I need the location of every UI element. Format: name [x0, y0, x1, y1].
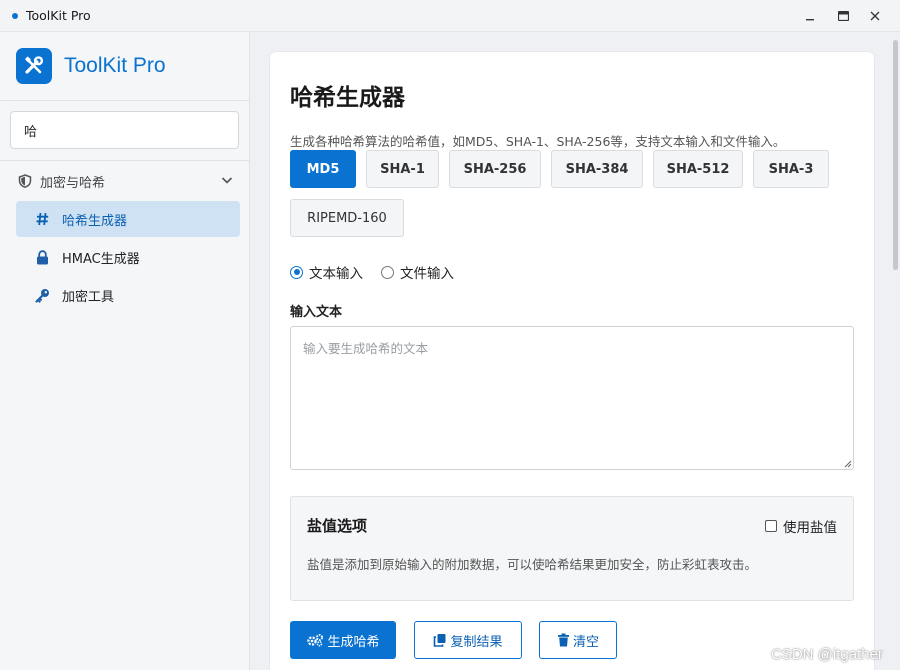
close-button[interactable] — [858, 0, 892, 32]
algorithm-md5-button[interactable]: MD5 — [290, 150, 356, 188]
copy-result-label: 复制结果 — [450, 634, 503, 650]
sidebar: ToolKit Pro 加密与哈希 哈希生成器 HMAC生成器 加密工具 — [0, 32, 250, 670]
search-input[interactable] — [10, 111, 239, 149]
copy-result-button[interactable]: 复制结果 — [414, 621, 522, 659]
salt-description: 盐值是添加到原始输入的附加数据，可以使哈希结果更加安全，防止彩虹表攻击。 — [307, 557, 758, 572]
input-text-label: 输入文本 — [290, 305, 343, 320]
clear-label: 清空 — [572, 634, 599, 650]
lock-icon — [34, 249, 50, 265]
resize-handle-icon[interactable] — [843, 459, 852, 468]
key-icon — [34, 288, 50, 303]
salt-options-panel: 盐值选项 使用盐值 盐值是添加到原始输入的附加数据，可以使哈希结果更加安全，防止… — [290, 496, 854, 601]
text-input-label[interactable]: 文本输入 — [309, 262, 363, 282]
brand-name: ToolKit Pro — [64, 54, 166, 77]
hash-icon — [34, 212, 50, 226]
brand: ToolKit Pro — [0, 32, 249, 101]
search-area — [0, 101, 249, 161]
close-icon — [870, 11, 880, 21]
sidebar-item-label: 哈希生成器 — [62, 213, 128, 229]
input-text-area[interactable] — [290, 326, 854, 470]
use-salt-checkbox[interactable] — [765, 520, 777, 532]
salt-options-title: 盐值选项 — [307, 517, 368, 535]
sidebar-item-encryption-tools[interactable]: 加密工具 — [16, 277, 240, 313]
sidebar-item-label: HMAC生成器 — [62, 251, 140, 267]
trash-icon — [557, 633, 569, 647]
use-salt-toggle[interactable]: 使用盐值 — [765, 516, 837, 536]
sidebar-item-hash-generator[interactable]: 哈希生成器 — [16, 201, 240, 237]
minimize-button[interactable] — [793, 0, 827, 32]
page-description: 生成各种哈希算法的哈希值，如MD5、SHA-1、SHA-256等，支持文本输入和… — [290, 134, 786, 149]
algorithm-sha1-button[interactable]: SHA-1 — [366, 150, 439, 188]
sidebar-item-label: 加密工具 — [62, 289, 115, 305]
shield-icon — [18, 174, 32, 188]
nav-group-crypto-hash[interactable]: 加密与哈希 — [0, 161, 249, 201]
generate-hash-label: 生成哈希 — [327, 634, 380, 650]
window-title: ToolKit Pro — [26, 8, 91, 23]
tools-logo-icon — [16, 48, 52, 84]
title-bar: ToolKit Pro — [0, 0, 900, 32]
file-input-radio[interactable] — [381, 265, 394, 279]
gears-icon — [307, 634, 324, 647]
clear-button[interactable]: 清空 — [539, 621, 617, 659]
sidebar-item-hmac-generator[interactable]: HMAC生成器 — [16, 239, 240, 275]
copy-icon — [434, 634, 446, 647]
text-input-radio[interactable] — [290, 265, 303, 279]
algorithm-sha512-button[interactable]: SHA-512 — [653, 150, 743, 188]
use-salt-label[interactable]: 使用盐值 — [783, 516, 837, 536]
input-mode-group: 文本输入 文件输入 — [290, 262, 472, 282]
minimize-icon — [806, 19, 814, 21]
app-indicator-icon — [12, 12, 18, 19]
chevron-down-icon — [221, 177, 233, 184]
main-scrollbar-thumb[interactable] — [893, 40, 898, 270]
file-input-label[interactable]: 文件输入 — [400, 262, 454, 282]
maximize-icon — [837, 11, 849, 21]
algorithm-sha256-button[interactable]: SHA-256 — [449, 150, 541, 188]
generate-hash-button[interactable]: 生成哈希 — [290, 621, 396, 659]
algorithm-sha384-button[interactable]: SHA-384 — [551, 150, 643, 188]
page-title: 哈希生成器 — [290, 85, 405, 111]
algorithm-ripemd160-button[interactable]: RIPEMD-160 — [290, 199, 404, 237]
algorithm-sha3-button[interactable]: SHA-3 — [753, 150, 829, 188]
maximize-button[interactable] — [826, 0, 860, 32]
watermark: CSDN @itgather — [771, 646, 883, 663]
nav-group-label: 加密与哈希 — [40, 175, 106, 191]
